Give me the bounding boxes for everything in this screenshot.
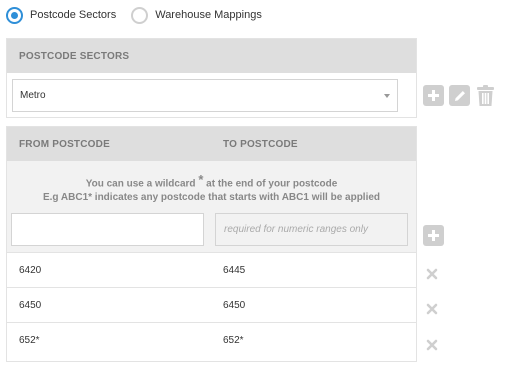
row-from-value: 6420 [19, 265, 42, 276]
remove-row-button[interactable] [425, 338, 439, 352]
sector-select-value: Metro [20, 90, 46, 101]
ranges-header: FROM POSTCODE TO POSTCODE [7, 127, 416, 161]
to-postcode-input[interactable] [215, 213, 408, 246]
close-icon [426, 303, 438, 315]
row-from-value: 652* [19, 335, 40, 346]
to-postcode-column-header: TO POSTCODE [223, 138, 298, 150]
ranges-panel: FROM POSTCODE TO POSTCODE You can use a … [6, 126, 417, 362]
add-range-button[interactable] [423, 225, 444, 246]
chevron-down-icon [384, 94, 390, 98]
radio-unchecked-icon[interactable] [131, 6, 149, 24]
table-row: 652* 652* [7, 322, 416, 357]
hint-text-a: You can use a wildcard [85, 178, 196, 190]
edit-sector-button[interactable] [449, 85, 470, 106]
row-to-value: 6445 [223, 265, 246, 276]
new-range-row [7, 211, 416, 252]
row-to-value: 652* [223, 335, 244, 346]
sector-select[interactable]: Metro [12, 79, 398, 112]
radio-label-postcode-sectors: Postcode Sectors [30, 9, 117, 21]
plus-icon [428, 90, 439, 101]
from-postcode-column-header: FROM POSTCODE [19, 138, 110, 150]
trash-icon [477, 84, 494, 106]
delete-sector-button[interactable] [475, 84, 496, 107]
pencil-icon [454, 90, 465, 101]
close-icon [426, 268, 438, 280]
hint-line-2: E.g ABC1* indicates any postcode that st… [42, 192, 381, 204]
remove-row-button[interactable] [425, 267, 439, 281]
add-sector-button[interactable] [423, 85, 444, 106]
row-from-value: 6450 [19, 300, 42, 311]
radio-warehouse-mappings[interactable]: Warehouse Mappings [131, 6, 262, 24]
sectors-header: POSTCODE SECTORS [7, 39, 416, 73]
plus-icon [428, 230, 439, 241]
hint-text-b: at the end of your postcode [206, 178, 338, 190]
table-row: 6450 6450 [7, 287, 416, 322]
radio-label-warehouse-mappings: Warehouse Mappings [155, 9, 262, 21]
table-row: 6420 6445 [7, 252, 416, 287]
sectors-panel: POSTCODE SECTORS Metro [6, 38, 417, 118]
wildcard-hint: You can use a wildcard * at the end of y… [7, 161, 416, 211]
from-postcode-input[interactable] [11, 213, 204, 246]
hint-line-1: You can use a wildcard * at the end of y… [7, 171, 416, 191]
radio-postcode-sectors[interactable]: Postcode Sectors [6, 6, 117, 24]
remove-row-button[interactable] [425, 302, 439, 316]
radio-checked-icon[interactable] [6, 6, 23, 24]
row-to-value: 6450 [223, 300, 246, 311]
wildcard-star: * [198, 172, 204, 187]
mode-selector: Postcode Sectors Warehouse Mappings [6, 5, 262, 25]
close-icon [426, 339, 438, 351]
